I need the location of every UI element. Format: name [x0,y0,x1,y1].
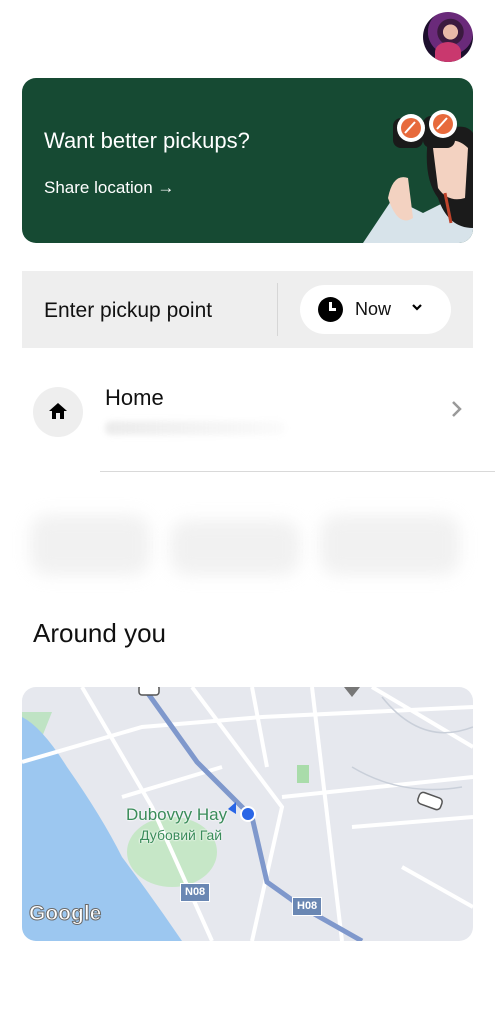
schedule-time-label: Now [355,299,392,319]
promo-banner[interactable]: Want better pickups? Share location → [22,78,473,243]
clock-icon [318,297,343,322]
around-you-title: Around you [33,618,166,648]
map-place-label-local: Дубовий Гай [140,827,223,843]
home-icon-circle [33,387,83,437]
avatar[interactable] [423,12,473,62]
chevron-right-icon [452,401,462,417]
binoculars-illustration [363,110,473,243]
pickup-bar: Enter pickup point Now [22,271,473,348]
redacted-suggestions [30,495,470,605]
road-badge: N08 [180,883,211,902]
home-icon [49,403,67,419]
list-divider [100,471,495,472]
road-badge: H08 [292,897,323,916]
promo-title: Want better pickups? [44,128,250,153]
pickup-input[interactable]: Enter pickup point [44,299,212,323]
map-preview[interactable]: Dubovyy Hay Дубовий Гай N08 H08 Google [22,687,473,941]
google-logo: Google [28,902,102,926]
pickup-divider [277,283,278,336]
saved-place-address-redacted [105,421,285,435]
schedule-time-button[interactable]: Now [300,285,451,334]
chevron-down-icon [412,304,422,311]
saved-place-home[interactable]: Home [0,365,495,473]
saved-place-label: Home [105,385,164,410]
map-place-label: Dubovyy Hay [126,805,228,824]
share-location-link[interactable]: Share location → [44,178,174,198]
